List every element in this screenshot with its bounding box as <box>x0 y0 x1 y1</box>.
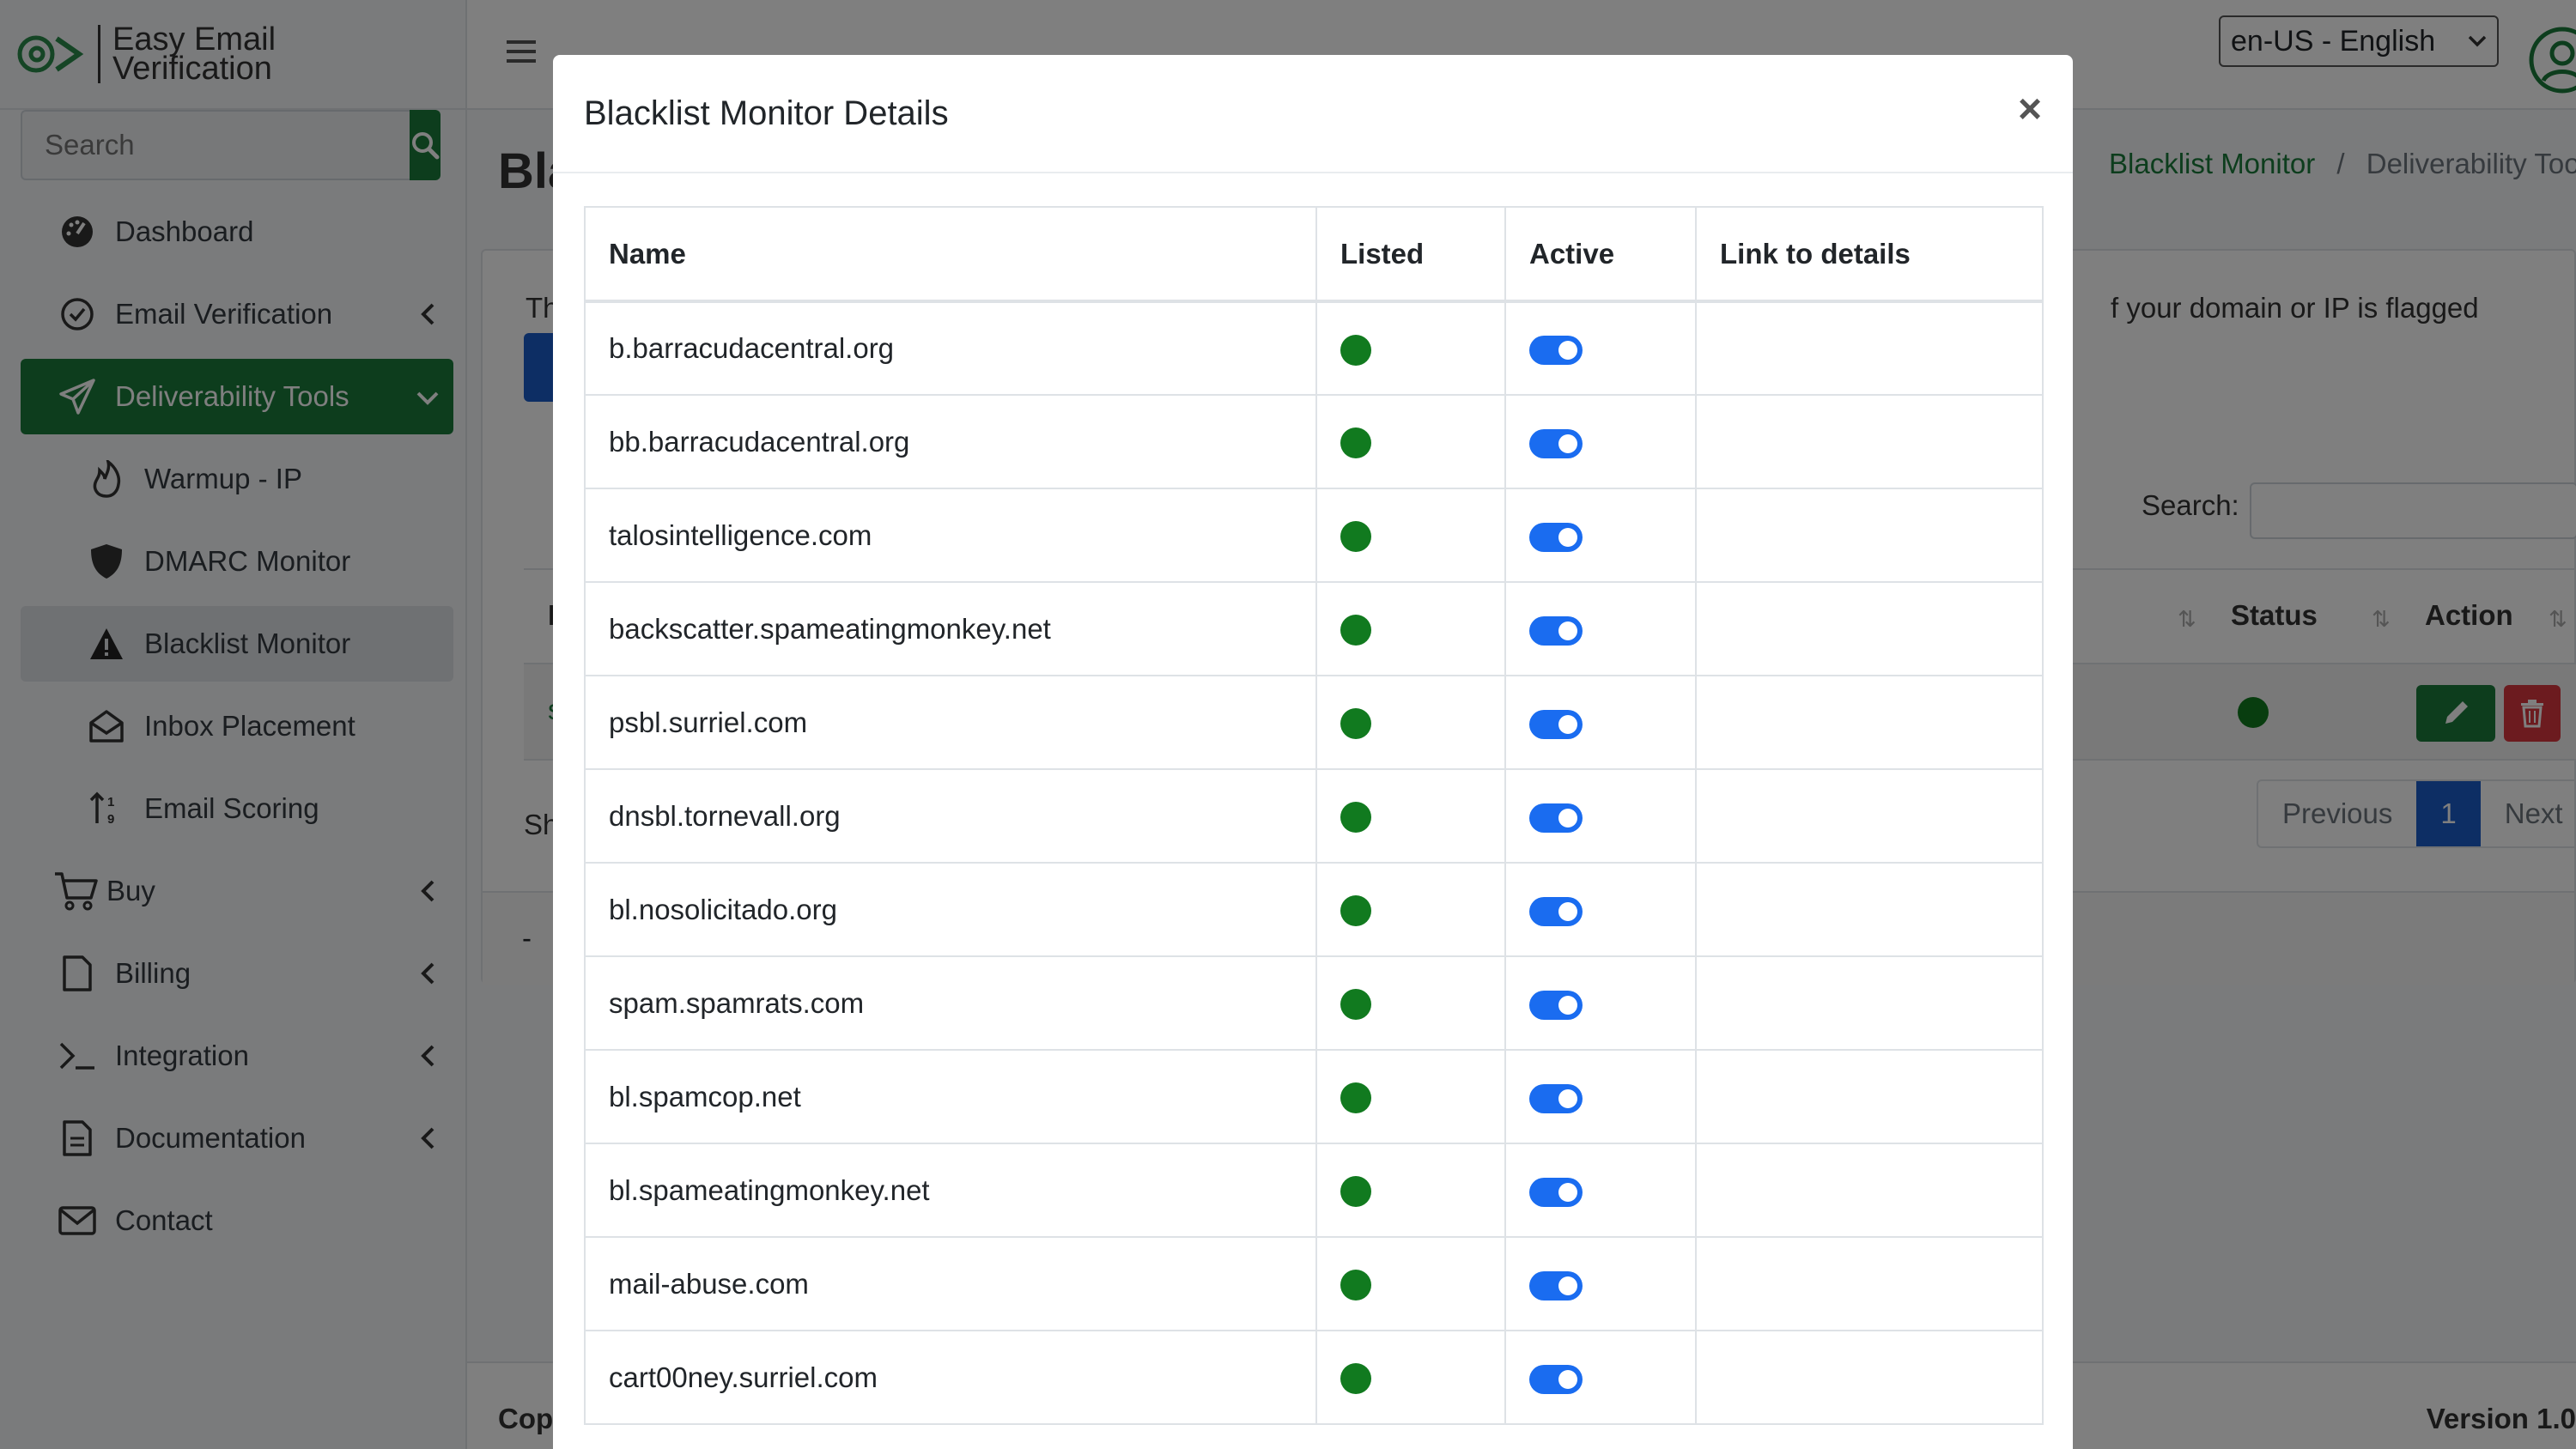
listed-status-dot <box>1340 1270 1371 1301</box>
active-cell <box>1504 768 1697 864</box>
listed-cell <box>1315 488 1506 583</box>
table-header-row: Name Listed Active Link to details <box>584 206 2044 303</box>
listed-cell <box>1315 1143 1506 1238</box>
active-toggle[interactable] <box>1529 1364 1583 1394</box>
listed-cell <box>1315 675 1506 770</box>
listed-cell <box>1315 394 1506 489</box>
listed-status-dot <box>1340 1176 1371 1208</box>
active-cell <box>1504 300 1697 396</box>
blacklist-name: psbl.surriel.com <box>584 675 1317 770</box>
listed-status-dot <box>1340 334 1371 366</box>
active-cell <box>1504 1330 1697 1425</box>
active-toggle[interactable] <box>1529 803 1583 833</box>
table-row: bl.spameatingmonkey.net <box>584 1143 2044 1238</box>
table-row: bb.barracudacentral.org <box>584 394 2044 489</box>
blacklist-name: mail-abuse.com <box>584 1236 1317 1331</box>
listed-status-dot <box>1340 1082 1371 1114</box>
blacklist-details-modal: Blacklist Monitor Details × Name Listed … <box>553 55 2073 1449</box>
blacklist-table: Name Listed Active Link to details b.bar… <box>584 206 2044 1425</box>
listed-status-dot <box>1340 989 1371 1021</box>
details-link[interactable] <box>1695 394 2044 489</box>
active-cell <box>1504 488 1697 583</box>
active-toggle[interactable] <box>1529 1270 1583 1300</box>
column-header-link: Link to details <box>1695 206 2044 303</box>
active-toggle[interactable] <box>1529 709 1583 739</box>
active-toggle[interactable] <box>1529 336 1583 366</box>
listed-cell <box>1315 1049 1506 1144</box>
listed-cell <box>1315 581 1506 676</box>
modal-title: Blacklist Monitor Details <box>584 94 949 132</box>
table-row: cart00ney.surriel.com <box>584 1330 2044 1425</box>
details-link[interactable] <box>1695 675 2044 770</box>
active-toggle[interactable] <box>1529 896 1583 926</box>
table-row: dnsbl.tornevall.org <box>584 768 2044 864</box>
active-toggle[interactable] <box>1529 990 1583 1020</box>
listed-status-dot <box>1340 521 1371 553</box>
table-row: bl.nosolicitado.org <box>584 862 2044 957</box>
details-link[interactable] <box>1695 581 2044 676</box>
listed-status-dot <box>1340 802 1371 834</box>
listed-status-dot <box>1340 615 1371 646</box>
column-header-active: Active <box>1504 206 1697 303</box>
active-cell <box>1504 862 1697 957</box>
details-link[interactable] <box>1695 955 2044 1051</box>
active-cell <box>1504 675 1697 770</box>
active-toggle[interactable] <box>1529 522 1583 552</box>
table-row: backscatter.spameatingmonkey.net <box>584 581 2044 676</box>
modal-header: Blacklist Monitor Details × <box>553 55 2073 173</box>
table-row: mail-abuse.com <box>584 1236 2044 1331</box>
blacklist-name: dnsbl.tornevall.org <box>584 768 1317 864</box>
column-header-name: Name <box>584 206 1317 303</box>
blacklist-name: spam.spamrats.com <box>584 955 1317 1051</box>
blacklist-name: b.barracudacentral.org <box>584 300 1317 396</box>
blacklist-table-body: b.barracudacentral.org bb.barracudacentra… <box>584 300 2044 1425</box>
details-link[interactable] <box>1695 1330 2044 1425</box>
listed-cell <box>1315 1330 1506 1425</box>
details-link[interactable] <box>1695 300 2044 396</box>
listed-status-dot <box>1340 708 1371 740</box>
details-link[interactable] <box>1695 862 2044 957</box>
blacklist-name: cart00ney.surriel.com <box>584 1330 1317 1425</box>
column-header-listed: Listed <box>1315 206 1506 303</box>
details-link[interactable] <box>1695 768 2044 864</box>
active-cell <box>1504 581 1697 676</box>
active-toggle[interactable] <box>1529 1083 1583 1113</box>
active-cell <box>1504 1049 1697 1144</box>
listed-cell <box>1315 300 1506 396</box>
active-cell <box>1504 394 1697 489</box>
table-row: spam.spamrats.com <box>584 955 2044 1051</box>
active-cell <box>1504 1143 1697 1238</box>
listed-status-dot <box>1340 427 1371 459</box>
details-link[interactable] <box>1695 488 2044 583</box>
active-toggle[interactable] <box>1529 1177 1583 1207</box>
table-row: psbl.surriel.com <box>584 675 2044 770</box>
close-icon[interactable]: × <box>2018 86 2042 134</box>
active-toggle[interactable] <box>1529 428 1583 458</box>
details-link[interactable] <box>1695 1236 2044 1331</box>
blacklist-name: bl.spameatingmonkey.net <box>584 1143 1317 1238</box>
details-link[interactable] <box>1695 1143 2044 1238</box>
active-cell <box>1504 955 1697 1051</box>
listed-status-dot <box>1340 895 1371 927</box>
blacklist-name: backscatter.spameatingmonkey.net <box>584 581 1317 676</box>
listed-cell <box>1315 1236 1506 1331</box>
listed-cell <box>1315 955 1506 1051</box>
table-row: b.barracudacentral.org <box>584 300 2044 396</box>
listed-status-dot <box>1340 1363 1371 1395</box>
blacklist-name: talosintelligence.com <box>584 488 1317 583</box>
active-toggle[interactable] <box>1529 615 1583 646</box>
table-row: talosintelligence.com <box>584 488 2044 583</box>
active-cell <box>1504 1236 1697 1331</box>
blacklist-name: bl.nosolicitado.org <box>584 862 1317 957</box>
listed-cell <box>1315 862 1506 957</box>
blacklist-name: bl.spamcop.net <box>584 1049 1317 1144</box>
table-row: bl.spamcop.net <box>584 1049 2044 1144</box>
listed-cell <box>1315 768 1506 864</box>
blacklist-name: bb.barracudacentral.org <box>584 394 1317 489</box>
details-link[interactable] <box>1695 1049 2044 1144</box>
